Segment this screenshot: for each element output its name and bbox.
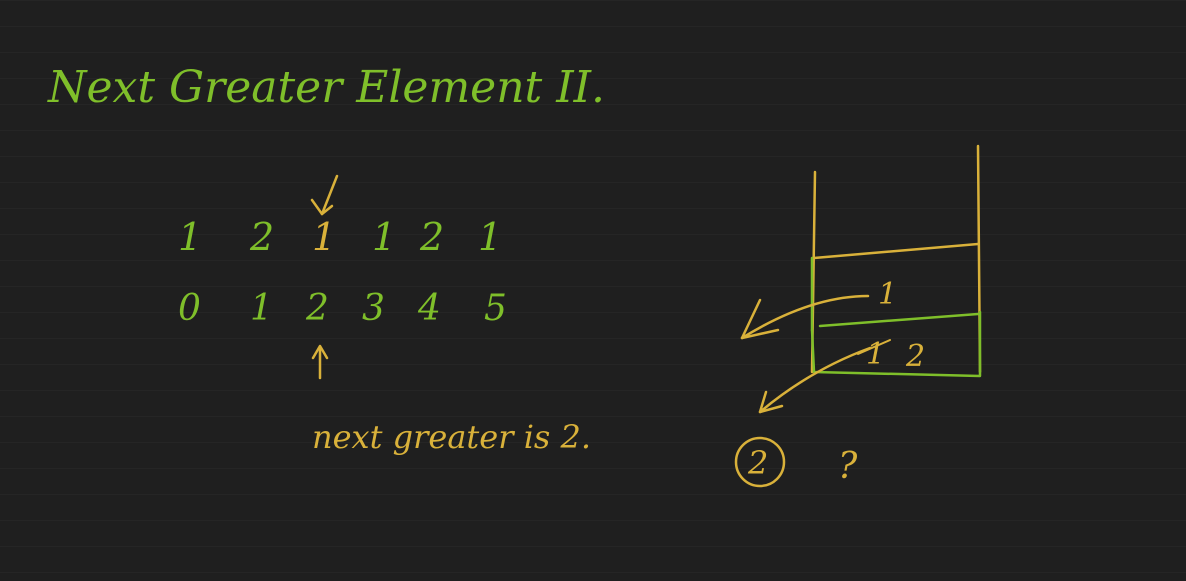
up-arrow-icon xyxy=(311,344,329,380)
stack-bottom-value: 2 xyxy=(905,339,925,374)
stack-top-value: 1 xyxy=(878,277,897,312)
array-value: 2 xyxy=(249,215,274,259)
array-index: 5 xyxy=(484,288,507,329)
array-index: 4 xyxy=(417,288,441,329)
question-mark: ? xyxy=(838,446,858,487)
array-index: 0 xyxy=(178,288,201,329)
result-arrow-icon xyxy=(758,346,872,414)
pop-arrow-icon xyxy=(740,294,870,340)
down-arrow-icon xyxy=(310,174,339,216)
array-value: 1 xyxy=(372,215,396,259)
board-title: Next Greater Element II. xyxy=(47,62,605,113)
array-value: 1 xyxy=(178,215,202,259)
circled-answer: 2 xyxy=(734,436,786,488)
array-values-row: 1 2 1 1 2 1 xyxy=(178,215,502,259)
stack-top-cell: 1 xyxy=(810,256,980,332)
array-index-row: 0 1 2 3 4 5 xyxy=(178,288,507,329)
array-index: 3 xyxy=(362,288,385,329)
whiteboard-canvas: Next Greater Element II. 1 2 1 1 2 1 0 1… xyxy=(0,0,1186,581)
whiteboard-drawing: Next Greater Element II. 1 2 1 1 2 1 0 1… xyxy=(47,62,982,488)
array-index: 1 xyxy=(250,288,273,329)
answer-value: 2 xyxy=(747,444,768,482)
array-index: 2 xyxy=(305,288,329,329)
array-value: 2 xyxy=(419,215,444,259)
array-value: 1 xyxy=(478,215,502,259)
next-greater-note: next greater is 2. xyxy=(312,418,591,456)
array-value: 1 xyxy=(312,215,336,259)
stack-bottom-cell: 1 2 xyxy=(810,310,982,378)
stack-container xyxy=(810,144,982,374)
stack-bottom-value-struck: 1 xyxy=(866,337,885,372)
